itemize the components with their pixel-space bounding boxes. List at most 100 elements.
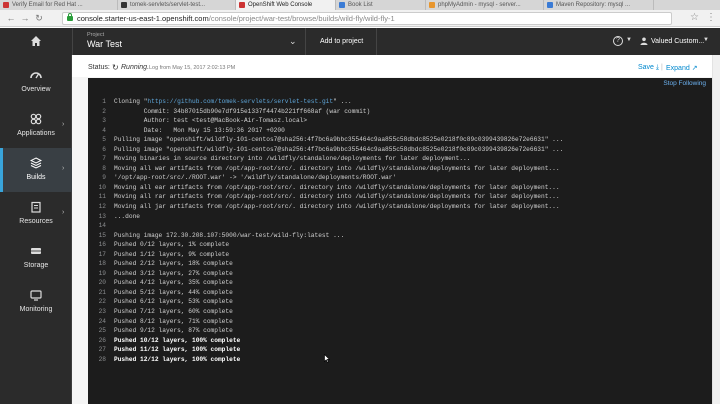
- build-status-bar: Status: ↻ Running. Log from May 15, 2017…: [72, 55, 712, 77]
- log-line: 9 '/opt/app-root/src/./ROOT.war' -> '/wil…: [88, 173, 713, 183]
- url-input[interactable]: console.starter-us-east-1.openshift.com/…: [62, 12, 672, 25]
- expand-log-link[interactable]: Expand ↗: [666, 64, 698, 72]
- log-line-number: 11: [98, 193, 106, 201]
- log-line-number: 10: [98, 183, 106, 191]
- add-to-project-button[interactable]: Add to project: [320, 38, 363, 45]
- sidebar-item-resources[interactable]: Resources ›: [0, 192, 72, 236]
- page-favicon-icon: [339, 2, 345, 8]
- resources-icon: [31, 201, 41, 213]
- log-line-number: 26: [98, 336, 106, 344]
- log-line-text: Pushed 0/12 layers, 1% complete: [114, 241, 230, 249]
- mouse-cursor-icon: [324, 354, 330, 363]
- log-line: 2 Commit: 34b87015db90e7df915e1337f4474b…: [88, 107, 713, 117]
- sidebar-item-overview[interactable]: Overview: [0, 60, 72, 104]
- browser-menu-icon[interactable]: ⋮: [706, 13, 716, 23]
- log-line-number: 28: [98, 355, 106, 363]
- gmail-favicon-icon: [3, 2, 9, 8]
- sidebar-item-label: Builds: [26, 174, 46, 181]
- sync-icon: ↻: [112, 63, 119, 72]
- github-favicon-icon: [121, 2, 127, 8]
- sidebar-item-label: Overview: [21, 86, 51, 93]
- log-line: 14: [88, 221, 713, 231]
- scrollbar[interactable]: [712, 55, 720, 404]
- log-line: 21 Pushed 5/12 layers, 44% complete: [88, 288, 713, 298]
- log-line-number: 7: [102, 155, 106, 163]
- log-line: 27 Pushed 11/12 layers, 100% complete: [88, 345, 713, 355]
- maven-favicon-icon: [547, 2, 553, 8]
- log-line-number: 21: [98, 288, 106, 296]
- save-log-link[interactable]: Save ⤓: [638, 64, 659, 72]
- browser-tab-active[interactable]: OpenShift Web Console: [236, 0, 336, 10]
- sidebar-item-storage[interactable]: Storage: [0, 236, 72, 280]
- log-repo-link[interactable]: https://github.com/tomek-servlets/servle…: [147, 98, 333, 105]
- log-line-number: 25: [98, 327, 106, 335]
- project-selector[interactable]: War Test: [87, 39, 122, 49]
- log-line-number: 6: [102, 145, 106, 153]
- sidebar: Overview Applications › Builds › Resourc…: [0, 55, 72, 404]
- log-line-text: '/opt/app-root/src/./ROOT.war' -> '/wild…: [114, 174, 397, 182]
- log-line-text: Pushed 4/12 layers, 35% complete: [114, 279, 233, 287]
- log-line-number: 24: [98, 317, 106, 325]
- chevron-right-icon: ›: [62, 209, 65, 216]
- log-line: 19 Pushed 3/12 layers, 27% complete: [88, 269, 713, 279]
- log-line-number: 23: [98, 308, 106, 316]
- reload-icon[interactable]: ↻: [34, 13, 44, 23]
- nav-divider: [305, 28, 306, 55]
- applications-icon: [30, 113, 42, 125]
- log-line-text: Commit: 34b87015db90e7df915e1337f4474b22…: [114, 107, 371, 115]
- url-path: /console/project/war-test/browse/builds/…: [208, 14, 395, 23]
- download-icon: ⤓: [655, 64, 660, 71]
- log-line: 28 Pushed 12/12 layers, 100% complete: [88, 355, 713, 365]
- log-line: 16 Pushed 0/12 layers, 1% complete: [88, 240, 713, 250]
- user-icon: [640, 37, 648, 45]
- log-line-text: Pushed 5/12 layers, 44% complete: [114, 288, 233, 296]
- sidebar-item-label: Applications: [17, 130, 55, 137]
- divider: |: [661, 64, 663, 71]
- sidebar-item-monitoring[interactable]: Monitoring: [0, 280, 72, 324]
- chevron-down-icon[interactable]: ▼: [626, 37, 632, 43]
- log-line-text: Moving binaries in source directory into…: [114, 155, 471, 163]
- storage-icon: [31, 248, 41, 254]
- openshift-favicon-icon: [239, 2, 245, 8]
- log-line-number: 4: [102, 126, 106, 134]
- chevron-down-icon[interactable]: ⌄: [289, 36, 297, 47]
- log-line-text: Pushed 1/12 layers, 9% complete: [114, 250, 230, 258]
- browser-tab-strip: Verify Email for Red Hat ... tomek-servl…: [0, 0, 720, 10]
- log-line-text: Pushed 8/12 layers, 71% complete: [114, 317, 233, 325]
- chevron-right-icon: ›: [62, 121, 65, 128]
- browser-tab[interactable]: Maven Repository: mysql ...: [544, 0, 654, 10]
- log-line: 11 Moving all rar artifacts from /opt/app…: [88, 192, 713, 202]
- forward-icon[interactable]: →: [20, 13, 30, 23]
- log-line-number: 20: [98, 279, 106, 287]
- chevron-down-icon[interactable]: ▼: [703, 37, 709, 43]
- browser-tab[interactable]: Book List: [336, 0, 426, 10]
- browser-tab[interactable]: tomek-servlets/servlet-test...: [118, 0, 236, 10]
- chevron-right-icon: ›: [62, 165, 65, 172]
- browser-tab[interactable]: Verify Email for Red Hat ...: [0, 0, 118, 10]
- log-line-text: Pushed 10/12 layers, 100% complete: [114, 336, 241, 344]
- log-line: 25 Pushed 9/12 layers, 87% complete: [88, 326, 713, 336]
- sidebar-item-label: Resources: [19, 218, 53, 225]
- sidebar-item-applications[interactable]: Applications ›: [0, 104, 72, 148]
- log-line-number: 1: [102, 98, 106, 105]
- phpmyadmin-favicon-icon: [429, 2, 435, 8]
- log-line-text: Pushed 12/12 layers, 100% complete: [114, 355, 241, 363]
- help-icon[interactable]: ?: [613, 36, 623, 46]
- log-line-text: Pushed 3/12 layers, 27% complete: [114, 269, 233, 277]
- bookmark-star-icon[interactable]: ☆: [690, 13, 699, 23]
- stop-following-link[interactable]: Stop Following: [660, 78, 709, 89]
- log-line: 3 Author: test <test@MacBook-Air-Tomasz.…: [88, 116, 713, 126]
- log-line-number: 22: [98, 298, 106, 306]
- log-line: 6 Pulling image "openshift/wildfly-101-ce…: [88, 145, 713, 155]
- log-line-text: Author: test <test@MacBook-Air-Tomasz.lo…: [114, 117, 308, 125]
- log-line: 13 ...done: [88, 212, 713, 222]
- monitoring-icon: [30, 290, 42, 301]
- home-icon[interactable]: [30, 35, 42, 47]
- browser-tab[interactable]: phpMyAdmin - mysql - server...: [426, 0, 544, 10]
- back-icon[interactable]: ←: [6, 13, 16, 23]
- log-line-number: 18: [98, 260, 106, 268]
- log-line-number: 13: [98, 212, 106, 220]
- log-line-number: 12: [98, 203, 106, 211]
- sidebar-item-builds[interactable]: Builds ›: [0, 148, 72, 192]
- user-menu[interactable]: Valued Custom...: [651, 38, 704, 45]
